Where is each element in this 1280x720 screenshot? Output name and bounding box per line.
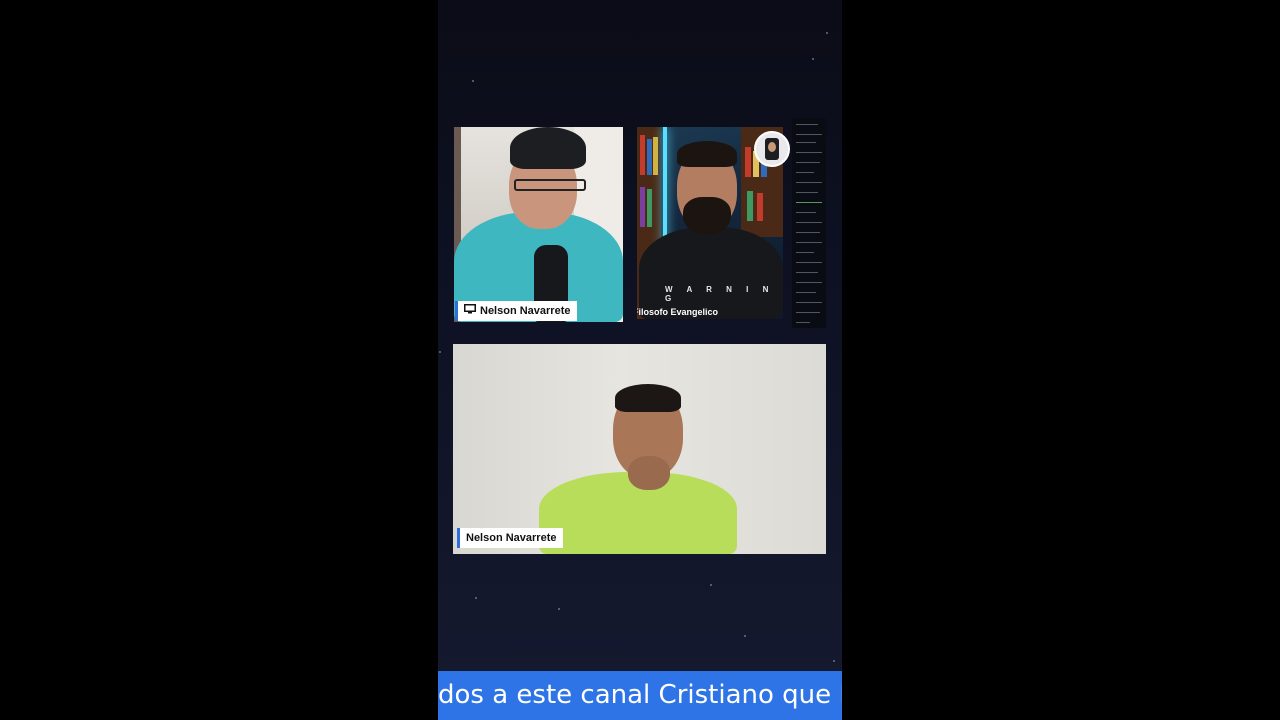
shirt-print: W A R N I N G bbox=[665, 285, 775, 303]
participant-name: Nelson Navarrete bbox=[480, 305, 571, 317]
chat-message bbox=[796, 124, 818, 125]
chat-message bbox=[796, 252, 814, 253]
chat-message bbox=[796, 262, 822, 263]
ticker-text: dos a este canal Cristiano que D bbox=[438, 680, 842, 710]
chat-message bbox=[796, 242, 822, 243]
participant-label: Nelson Navarrete bbox=[457, 528, 563, 548]
chat-message bbox=[796, 162, 820, 163]
star-decoration bbox=[472, 80, 474, 82]
avatar-face bbox=[768, 142, 776, 152]
beard bbox=[683, 197, 731, 235]
star-decoration bbox=[744, 635, 746, 637]
participant-name: Nelson Navarrete bbox=[466, 532, 557, 544]
chat-message bbox=[796, 134, 822, 135]
stream-canvas: Nelson Navarrete W A R N I N G Filosofo … bbox=[438, 0, 842, 720]
chat-message bbox=[796, 302, 822, 303]
star-decoration bbox=[710, 584, 712, 586]
chat-message bbox=[796, 282, 822, 283]
video-tile-host-share[interactable]: Nelson Navarrete bbox=[454, 127, 623, 322]
chat-message bbox=[796, 312, 820, 313]
book bbox=[757, 193, 763, 221]
chat-message bbox=[796, 212, 816, 213]
cap-icon bbox=[510, 127, 586, 169]
chat-message bbox=[796, 322, 810, 323]
video-tile-host-camera[interactable]: Nelson Navarrete bbox=[453, 344, 826, 554]
scrolling-ticker: dos a este canal Cristiano que D bbox=[438, 671, 842, 720]
book bbox=[745, 147, 751, 177]
book bbox=[647, 139, 652, 175]
book bbox=[653, 137, 658, 175]
star-decoration bbox=[812, 58, 814, 60]
chat-message bbox=[796, 202, 822, 203]
book bbox=[647, 189, 652, 227]
book bbox=[747, 191, 753, 221]
chat-message bbox=[796, 182, 822, 183]
hand bbox=[628, 456, 670, 490]
chat-message bbox=[796, 142, 816, 143]
participant-label: Filosofo Evangelico bbox=[637, 305, 718, 319]
chat-message bbox=[796, 292, 816, 293]
book bbox=[640, 187, 645, 227]
hair bbox=[677, 141, 737, 167]
star-decoration bbox=[833, 660, 835, 662]
hair bbox=[615, 384, 681, 412]
glasses-icon bbox=[514, 179, 586, 191]
monitor-icon bbox=[464, 301, 476, 321]
live-chat-panel[interactable] bbox=[792, 118, 826, 328]
chat-message bbox=[796, 222, 822, 223]
star-decoration bbox=[826, 32, 828, 34]
star-decoration bbox=[558, 608, 560, 610]
guest-avatar[interactable] bbox=[754, 131, 790, 167]
chat-message bbox=[796, 152, 822, 153]
book bbox=[640, 135, 645, 175]
chat-message bbox=[796, 232, 820, 233]
participant-label: Nelson Navarrete bbox=[455, 301, 577, 321]
chat-message bbox=[796, 272, 818, 273]
chat-message bbox=[796, 192, 818, 193]
star-decoration bbox=[439, 351, 441, 353]
chat-message bbox=[796, 172, 814, 173]
star-decoration bbox=[475, 597, 477, 599]
